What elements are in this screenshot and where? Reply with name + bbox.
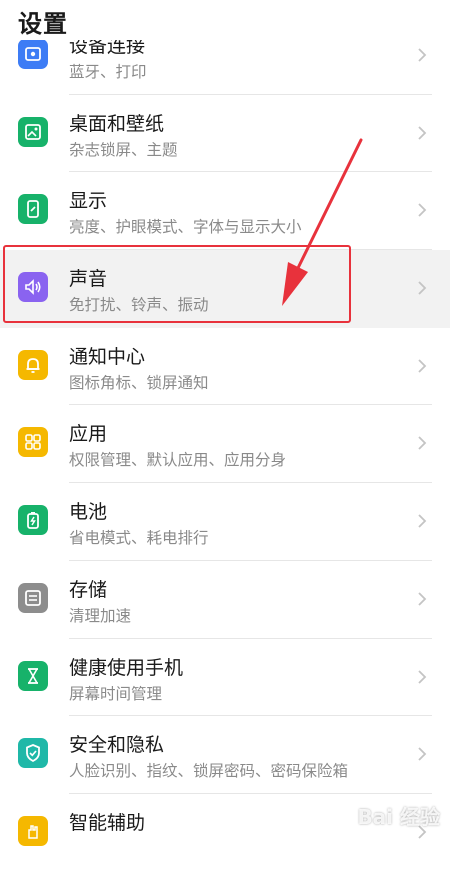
annotation-arrow (282, 138, 363, 306)
watermark: Bai 经验 (357, 805, 440, 829)
